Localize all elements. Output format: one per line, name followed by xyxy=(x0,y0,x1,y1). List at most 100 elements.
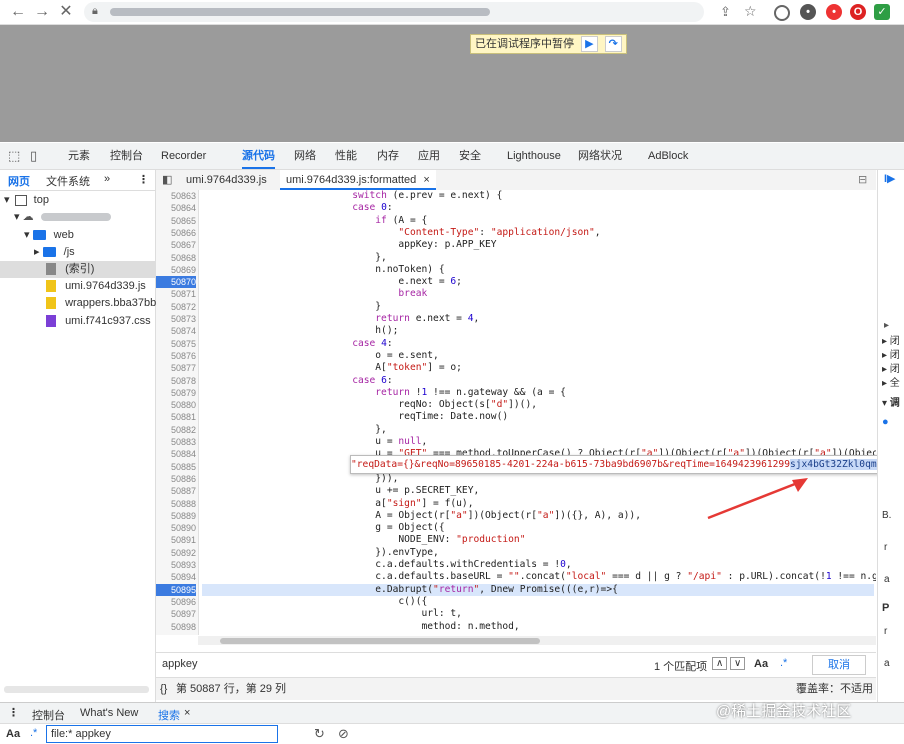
line-number[interactable]: 50881 xyxy=(156,411,196,423)
back-icon[interactable]: ← xyxy=(8,2,28,22)
code-line[interactable]: }, xyxy=(202,252,874,264)
resume-icon[interactable]: I▶ xyxy=(884,172,896,185)
search-query-input[interactable]: appkey xyxy=(162,658,197,670)
line-number[interactable]: 50890 xyxy=(156,522,196,534)
tree-item-top[interactable]: ▾ top xyxy=(0,192,159,209)
line-gutter[interactable]: 50863 50864 50865 50866 50867 50868 50869 50870… xyxy=(156,190,199,635)
line-number[interactable]: 50869 xyxy=(156,264,196,276)
share-icon[interactable]: ⇪ xyxy=(720,4,731,20)
line-number[interactable]: 50885 xyxy=(156,461,196,473)
line-number[interactable]: 50893 xyxy=(156,559,196,571)
code-line[interactable]: e.Dabrupt("return", Dnew Promise(((e,r)=… xyxy=(202,583,874,596)
line-number[interactable]: 50886 xyxy=(156,473,196,485)
tab-application[interactable]: 应用 xyxy=(418,143,440,169)
code-line[interactable]: o = e.sent, xyxy=(202,350,874,362)
line-number[interactable]: 50880 xyxy=(156,399,196,411)
star-icon[interactable]: ☆ xyxy=(744,3,757,20)
sidebar-section-truncated[interactable]: ▸ 闭 xyxy=(882,332,900,347)
line-number[interactable]: 50868 xyxy=(156,252,196,264)
tab-security[interactable]: 安全 xyxy=(459,143,481,169)
inspect-icon[interactable]: ⬚ xyxy=(8,148,20,164)
line-number[interactable]: 50892 xyxy=(156,547,196,559)
line-number[interactable]: 50889 xyxy=(156,510,196,522)
line-number[interactable]: 50863 xyxy=(156,190,196,202)
code-line[interactable]: switch (e.prev = e.next) { xyxy=(202,190,874,202)
code-line[interactable]: A["token"] = o; xyxy=(202,362,874,374)
resume-button[interactable]: ▶ xyxy=(581,36,598,52)
line-number[interactable]: 50878 xyxy=(156,375,196,387)
scrollbar-thumb[interactable] xyxy=(220,638,540,644)
sidebar-section-truncated[interactable]: ▸ 全 xyxy=(882,374,900,389)
shield-icon[interactable]: ✓ xyxy=(874,4,890,20)
code-line[interactable]: c.a.defaults.withCredentials = !0, xyxy=(202,559,874,571)
line-number[interactable]: 50899 xyxy=(156,633,196,635)
line-number[interactable]: 50888 xyxy=(156,498,196,510)
device-toolbar-icon[interactable]: ▯ xyxy=(30,148,37,164)
code-line[interactable]: c()({ xyxy=(202,596,874,608)
line-number[interactable]: 50897 xyxy=(156,608,196,620)
line-number[interactable]: 50870 xyxy=(156,276,196,289)
line-number[interactable]: 50876 xyxy=(156,350,196,362)
code-line[interactable]: break xyxy=(202,288,874,300)
line-number[interactable]: 50875 xyxy=(156,338,196,350)
code-line[interactable]: c.a.defaults.baseURL = "".concat("local"… xyxy=(202,571,876,583)
format-icon[interactable]: {} xyxy=(160,678,167,700)
code-line[interactable]: NODE_ENV: "production" xyxy=(202,534,874,546)
line-number[interactable]: 50865 xyxy=(156,215,196,227)
code-editor[interactable]: 50863 50864 50865 50866 50867 50868 50869 50870… xyxy=(156,190,876,635)
sidebar-section-truncated[interactable]: ▸ 闭 xyxy=(882,360,900,375)
line-number[interactable]: 50898 xyxy=(156,621,196,633)
line-number[interactable]: 50867 xyxy=(156,239,196,251)
tab-network[interactable]: 网络 xyxy=(294,143,316,169)
regex-button[interactable]: .* xyxy=(780,657,787,669)
line-number[interactable]: 50866 xyxy=(156,227,196,239)
tab-more[interactable]: » xyxy=(104,173,110,185)
drawer-tab-console[interactable]: 控制台 xyxy=(32,707,65,723)
tree-item-web[interactable]: ▾ web xyxy=(0,227,179,244)
line-number[interactable]: 50883 xyxy=(156,436,196,448)
code-line[interactable]: u = null, xyxy=(202,436,874,448)
code-line[interactable]: case 0: xyxy=(202,202,874,214)
line-number[interactable]: 50874 xyxy=(156,325,196,337)
drawer-tab-whats-new[interactable]: What's New xyxy=(80,707,138,719)
drawer-menu-icon[interactable]: ⋮ xyxy=(8,706,19,719)
extension-icon[interactable]: • xyxy=(826,4,842,20)
extension-icon[interactable] xyxy=(774,5,790,21)
code-line[interactable]: reqTime: Date.now() xyxy=(202,411,874,423)
code-line[interactable]: case 4: xyxy=(202,338,874,350)
kebab-menu-icon[interactable]: ⋮ xyxy=(138,173,149,186)
editor-tab-umi[interactable]: umi.9764d339.js xyxy=(180,170,273,190)
tab-elements[interactable]: 元素 xyxy=(68,143,90,169)
code-line[interactable]: n.noToken) { xyxy=(202,264,874,276)
code-line[interactable]: case 6: xyxy=(202,375,874,387)
code-line[interactable]: }).envType, xyxy=(202,547,874,559)
previous-match-button[interactable]: ∧ xyxy=(712,657,728,670)
tab-network-conditions[interactable]: 网络状况 xyxy=(578,143,622,169)
match-case-button[interactable]: Aa xyxy=(6,728,20,740)
code-line[interactable]: appKey: p.APP_KEY xyxy=(202,239,874,251)
line-number[interactable]: 50894 xyxy=(156,571,196,583)
line-number[interactable]: 50882 xyxy=(156,424,196,436)
close-tab-icon[interactable]: × xyxy=(184,707,190,719)
tab-lighthouse[interactable]: Lighthouse xyxy=(507,143,561,169)
line-number[interactable]: 50872 xyxy=(156,301,196,313)
code-line[interactable] xyxy=(202,633,874,635)
refresh-icon[interactable]: ↻ xyxy=(314,726,325,742)
tab-sources[interactable]: 源代码 xyxy=(242,143,275,169)
sidebar-section-truncated[interactable]: ▾ 调 xyxy=(882,394,900,409)
drawer-tab-search[interactable]: 搜索 xyxy=(158,707,180,723)
editor-tab-umi-formatted[interactable]: umi.9764d339.js:formatted × xyxy=(280,170,436,190)
tab-memory[interactable]: 内存 xyxy=(377,143,399,169)
line-number[interactable]: 50891 xyxy=(156,534,196,546)
tab-adblock[interactable]: AdBlock xyxy=(648,143,688,169)
code-line[interactable]: return !1 !== n.gateway && (a = { xyxy=(202,387,874,399)
code-line[interactable]: reqNo: Object(s["d"])(), xyxy=(202,399,874,411)
next-match-button[interactable]: ∨ xyxy=(730,657,746,670)
tab-performance[interactable]: 性能 xyxy=(335,143,357,169)
regex-button[interactable]: .* xyxy=(30,727,37,739)
clear-icon[interactable]: ⊘ xyxy=(338,726,349,742)
line-number[interactable]: 50884 xyxy=(156,448,196,460)
line-number[interactable]: 50896 xyxy=(156,596,196,608)
line-number[interactable]: 50877 xyxy=(156,362,196,374)
tab-page[interactable]: 网页 xyxy=(8,173,30,189)
